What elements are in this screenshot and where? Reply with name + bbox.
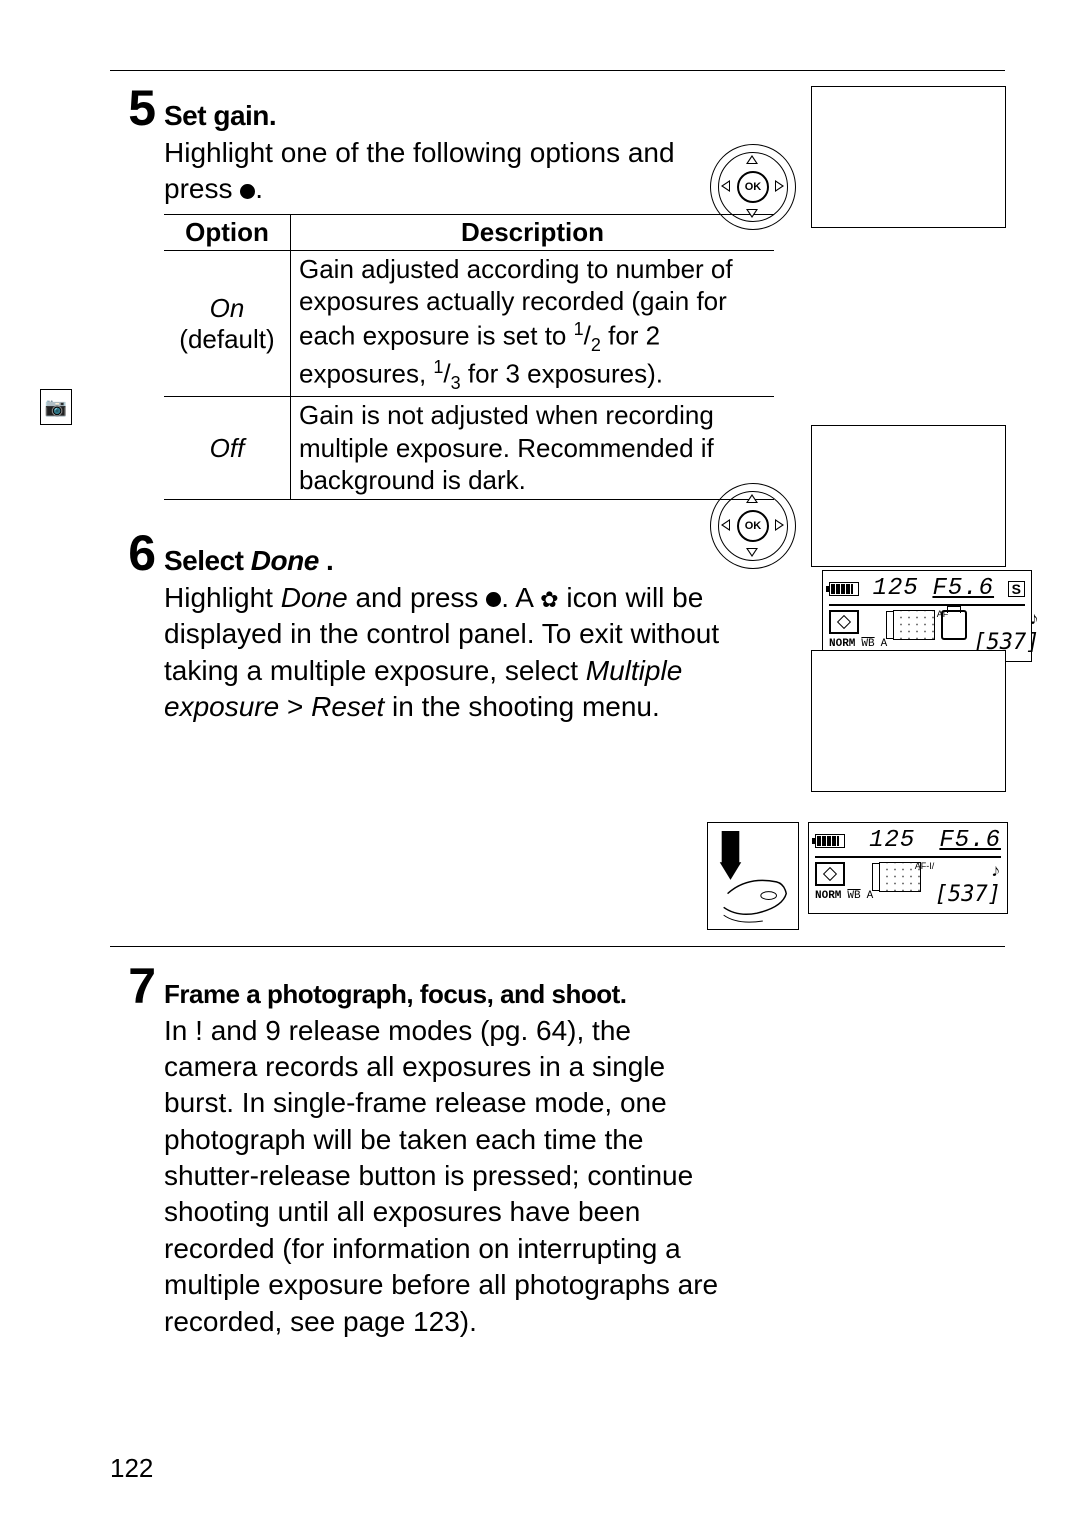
- step-5-number: 5: [110, 83, 156, 133]
- lcd2-aperture: F5.6: [939, 827, 1001, 854]
- s6-reset: Reset: [311, 691, 384, 722]
- multiple-exposure-icon: ✿: [540, 589, 558, 611]
- lcd-placeholder-2: [811, 425, 1006, 567]
- table-head-option: Option: [164, 214, 291, 250]
- battery-icon: [829, 582, 859, 596]
- s6-a: Highlight: [164, 582, 281, 613]
- lcd2-wb-a: A: [867, 890, 874, 902]
- lcd-wb-a: A: [881, 638, 888, 650]
- lcd2-shutter: 125: [869, 827, 915, 854]
- table-row: On (default) Gain adjusted according to …: [164, 250, 774, 397]
- card-icon: [941, 610, 967, 640]
- shooting-menu-tab-icon: 📷: [40, 389, 72, 425]
- lcd2-norm: NORM: [815, 890, 841, 902]
- desc-on-c: for 3 exposures).: [461, 359, 663, 389]
- s6-g: >: [279, 691, 311, 722]
- s7-mode2: 9: [265, 1015, 281, 1046]
- af-grid-icon: AF: [893, 610, 935, 640]
- gain-options-table: Option Description On (default) Gain adj…: [164, 214, 774, 500]
- lcd-mode-box: S: [1008, 581, 1025, 597]
- rule-top: [110, 70, 1005, 71]
- ok-button-label: OK: [737, 171, 769, 203]
- battery-icon: [815, 834, 845, 848]
- ok-button-label: OK: [737, 510, 769, 542]
- focus-area-icon: [815, 862, 845, 886]
- multi-selector-icon: OK: [710, 144, 798, 232]
- af-grid-icon: AF-I/: [879, 862, 921, 892]
- lcd-aperture: F5.6: [932, 575, 994, 602]
- lcd-placeholder-1: [811, 86, 1006, 228]
- ok-dot-icon: [240, 184, 255, 199]
- lcd-placeholder-3: [811, 650, 1006, 792]
- beep-icon: ♪: [973, 610, 1039, 630]
- section-rule: [110, 946, 1005, 947]
- frac-third-n: 1: [433, 357, 443, 377]
- s6-done: Done: [281, 582, 348, 613]
- option-off: Off: [210, 433, 245, 463]
- frac-third-d: 3: [451, 373, 461, 393]
- beep-icon: ♪: [935, 862, 1001, 882]
- desc-off: Gain is not adjusted when recording mult…: [291, 397, 775, 500]
- s6-d: . A: [501, 582, 540, 613]
- s7-c: release modes (pg. 64), the camera recor…: [164, 1015, 718, 1337]
- desc-on-a: Gain adjusted according to number of exp…: [299, 254, 733, 351]
- step-5-intro: Highlight one of the following options a…: [164, 135, 734, 208]
- control-panel-display: 125 F5.6 S NORM WB A AF: [822, 570, 1032, 662]
- step-5-title: Set gain.: [164, 100, 276, 132]
- step-6-title-done: Done: [251, 545, 319, 576]
- s7-b: and: [211, 1015, 266, 1046]
- step-7-number: 7: [110, 961, 156, 1011]
- s6-i: in the shooting menu.: [384, 691, 660, 722]
- s7-mode1: !: [195, 1015, 203, 1046]
- s6-c: and press: [348, 582, 487, 613]
- lcd-norm: NORM: [829, 638, 855, 650]
- s7-a: In: [164, 1015, 195, 1046]
- option-on: On: [210, 293, 245, 323]
- step-6-number: 6: [110, 528, 156, 578]
- lcd-shutter: 125: [873, 575, 919, 602]
- control-panel-display-2: 125 F5.6 NORM WB A AF-I/ ♪ [537]: [808, 822, 1008, 914]
- page-number: 122: [110, 1453, 153, 1484]
- step-7-title: Frame a photograph, focus, and shoot.: [164, 979, 627, 1010]
- shutter-press-illustration: [707, 822, 799, 930]
- multi-selector-icon: OK: [710, 483, 798, 571]
- step-7-heading: 7 Frame a photograph, focus, and shoot.: [110, 961, 1005, 1011]
- focus-area-icon: [829, 610, 859, 634]
- ok-dot-icon: [486, 592, 501, 607]
- step-5-intro-b: .: [255, 173, 263, 204]
- lcd2-af-label: AF-I/: [915, 861, 935, 871]
- step-7-body-short: In ! and 9 release modes (pg. 64), the c…: [164, 1013, 724, 1341]
- table-row: Off Gain is not adjusted when recording …: [164, 397, 774, 500]
- frac-half-n: 1: [574, 319, 584, 339]
- lcd2-wb: WB: [847, 890, 860, 902]
- camera-icon: 📷: [45, 397, 67, 418]
- option-on-default: (default): [172, 324, 282, 355]
- step-6-body: Highlight Done and press . A ✿ icon will…: [164, 580, 734, 726]
- lcd-wb: WB: [861, 638, 874, 650]
- step-6-title-c: .: [319, 545, 334, 576]
- table-head-description: Description: [291, 214, 775, 250]
- step-6-title-a: Select: [164, 545, 251, 576]
- frac-half-d: 2: [591, 335, 601, 355]
- lcd2-remaining: [537]: [935, 882, 1001, 907]
